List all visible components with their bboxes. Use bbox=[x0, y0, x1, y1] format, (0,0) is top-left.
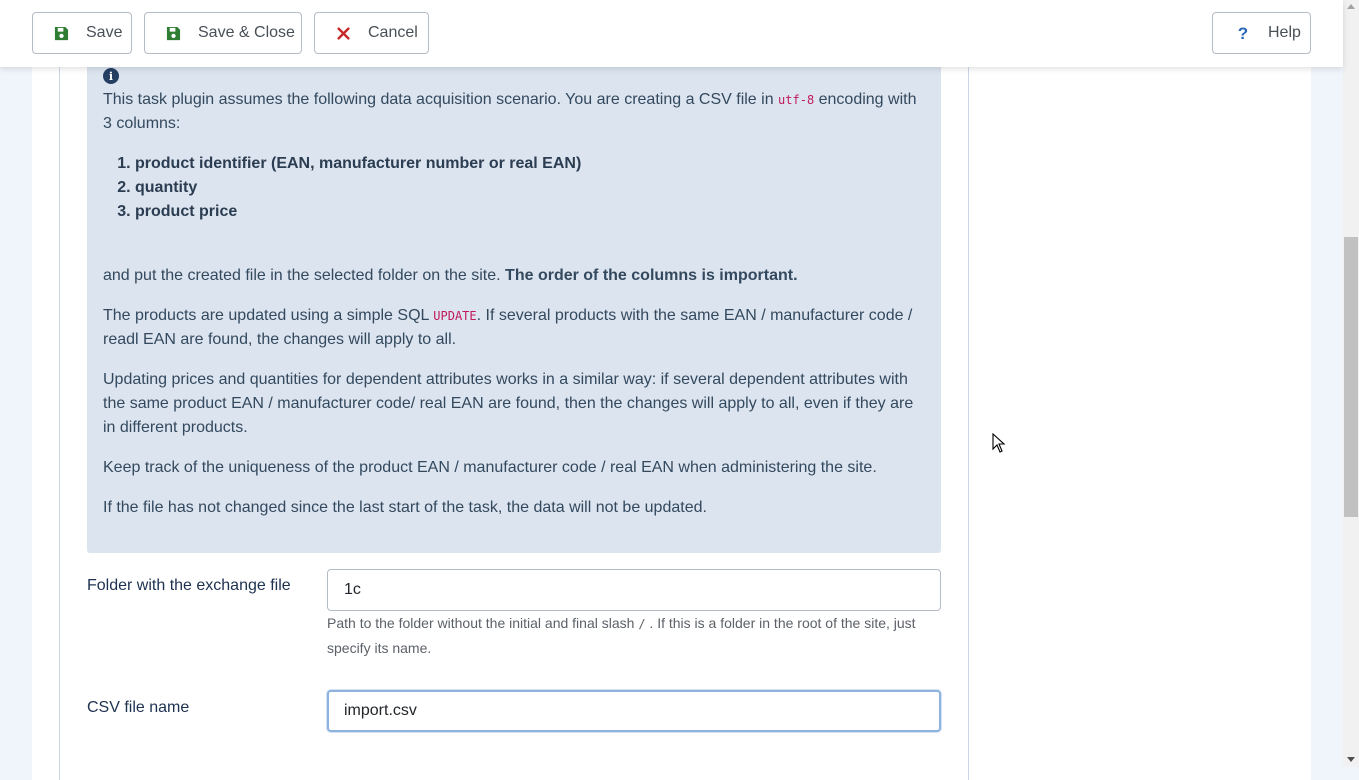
cancel-label: Cancel bbox=[368, 24, 418, 41]
folder-label: Folder with the exchange file bbox=[87, 577, 291, 594]
csv-file-label: CSV file name bbox=[87, 699, 190, 716]
floppy-disk-icon bbox=[52, 24, 70, 42]
list-item: product price bbox=[135, 200, 581, 224]
folder-help-text-1: Path to the folder without the initial a… bbox=[327, 615, 639, 631]
toolbar: Save Save & Close Cancel ? Help bbox=[0, 0, 1343, 67]
mouse-cursor-icon bbox=[992, 433, 1006, 453]
info-alert: i This task plugin assumes the following… bbox=[87, 60, 941, 553]
scroll-down-arrow-icon[interactable] bbox=[1347, 757, 1355, 762]
help-label: Help bbox=[1268, 24, 1301, 41]
scrollbar-thumb[interactable] bbox=[1344, 237, 1358, 517]
slash-code: / bbox=[638, 617, 646, 631]
floppy-disk-icon bbox=[164, 24, 182, 42]
order-important-text: The order of the columns is important. bbox=[505, 267, 798, 284]
intro-paragraph: This task plugin assumes the following d… bbox=[103, 88, 928, 136]
intro-text: This task plugin assumes the following d… bbox=[103, 91, 779, 108]
save-button[interactable]: Save bbox=[32, 12, 132, 54]
folder-help-text: Path to the folder without the initial a… bbox=[327, 611, 941, 660]
update-code: UPDATE bbox=[433, 309, 477, 323]
info-icon: i bbox=[103, 68, 119, 84]
placement-text: and put the created file in the selected… bbox=[103, 267, 506, 284]
columns-list: product identifier (EAN, manufacturer nu… bbox=[103, 152, 581, 224]
save-and-close-label: Save & Close bbox=[198, 24, 295, 41]
update-paragraph: The products are updated using a simple … bbox=[103, 304, 928, 352]
uniqueness-warning: Keep track of the uniqueness of the prod… bbox=[103, 459, 877, 476]
help-button[interactable]: ? Help bbox=[1212, 12, 1311, 54]
question-icon: ? bbox=[1237, 23, 1249, 43]
list-item: product identifier (EAN, manufacturer nu… bbox=[135, 152, 581, 176]
save-and-close-button[interactable]: Save & Close bbox=[144, 12, 302, 54]
attributes-paragraph: Updating prices and quantities for depen… bbox=[103, 371, 914, 436]
encoding-code: utf-8 bbox=[778, 93, 815, 107]
scroll-up-arrow-icon[interactable] bbox=[1347, 4, 1355, 9]
close-icon bbox=[334, 24, 352, 42]
cancel-button[interactable]: Cancel bbox=[314, 12, 429, 54]
update-text-1: The products are updated using a simple … bbox=[103, 307, 434, 324]
csv-file-input[interactable] bbox=[327, 690, 941, 732]
folder-input[interactable] bbox=[327, 569, 941, 611]
unchanged-file-warning: If the file has not changed since the la… bbox=[103, 499, 707, 516]
placement-paragraph: and put the created file in the selected… bbox=[103, 264, 928, 288]
save-label: Save bbox=[86, 24, 123, 41]
list-item: quantity bbox=[135, 176, 581, 200]
